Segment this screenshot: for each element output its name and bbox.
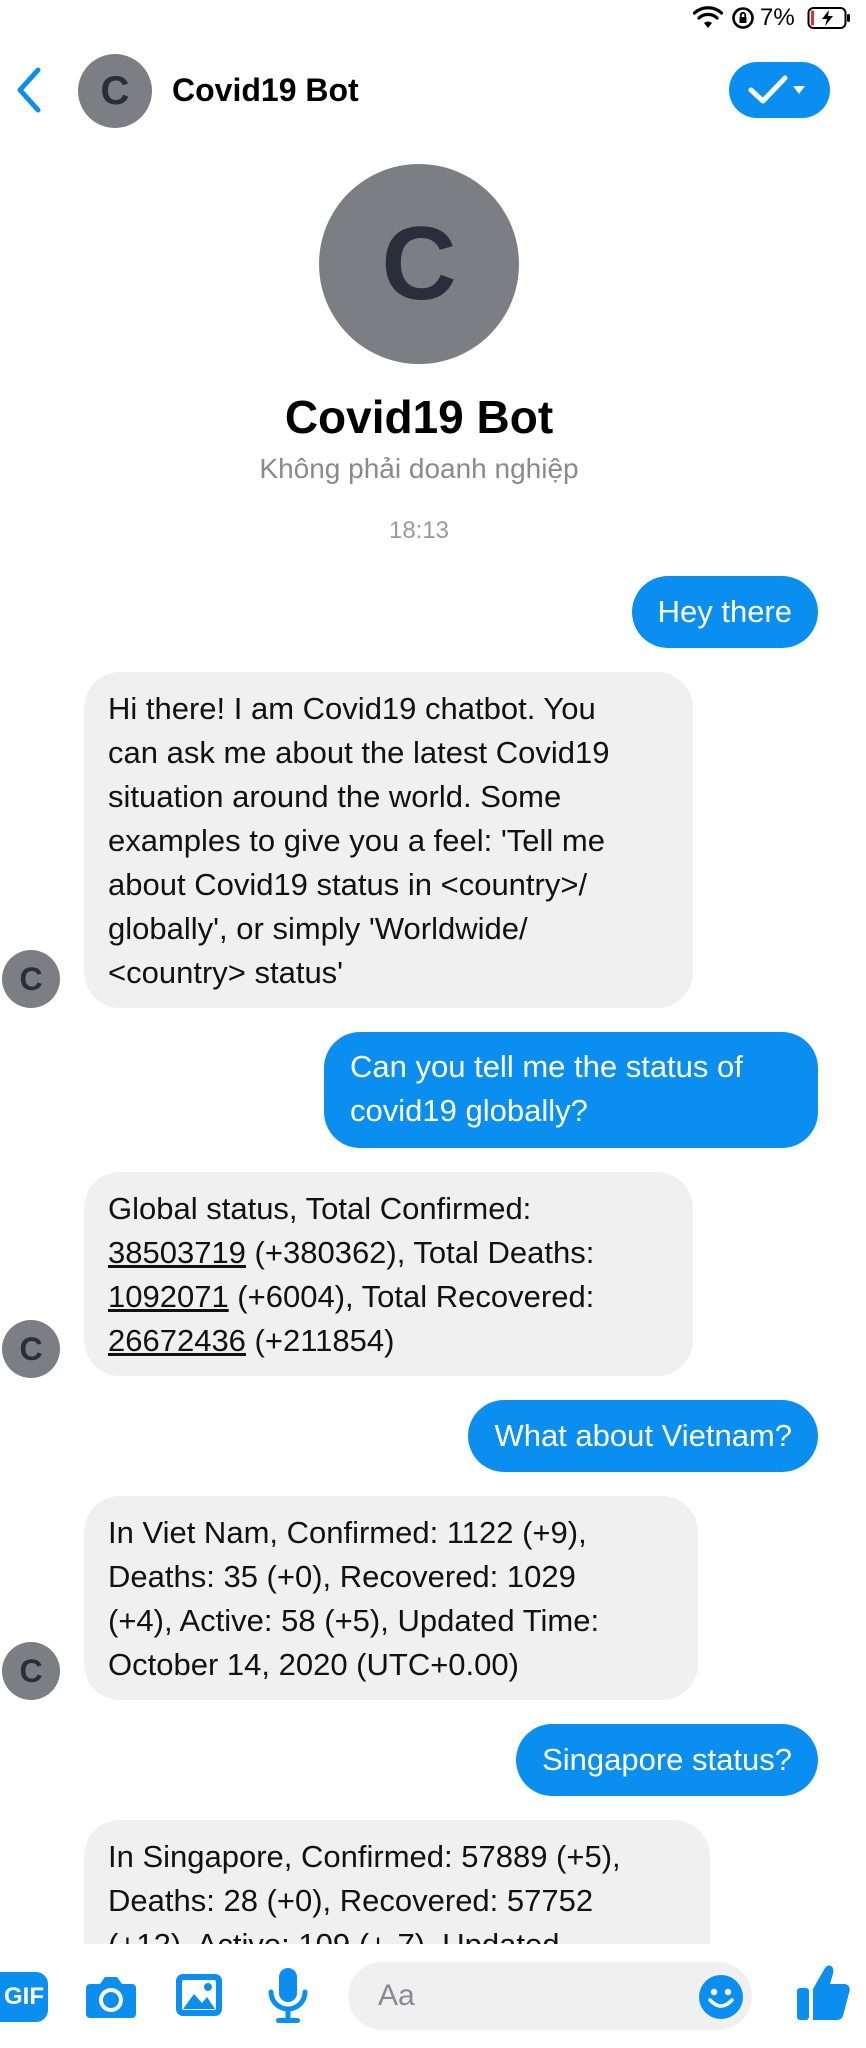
message-line: 1092071 (+6004), Total Recovered:	[108, 1275, 669, 1319]
recovered-number-link[interactable]: 26672436	[108, 1323, 246, 1358]
incoming-message[interactable]: In Viet Nam, Confirmed: 1122 (+9), Death…	[84, 1496, 698, 1700]
profile-avatar[interactable]: C	[319, 164, 519, 364]
outgoing-message[interactable]: Singapore status?	[516, 1724, 818, 1796]
thumbs-up-icon[interactable]	[794, 1962, 852, 2024]
battery-percentage: 7%	[760, 4, 795, 31]
battery-charging-icon	[807, 7, 850, 29]
message-line: situation around the world. Some	[108, 779, 562, 814]
emoji-icon[interactable]	[698, 1974, 744, 2020]
message-line: about Covid19 status in <country>/	[108, 867, 588, 902]
profile-name: Covid19 Bot	[284, 391, 554, 443]
checkmark-dropdown-button[interactable]	[729, 62, 830, 118]
message-line: (+4), Active: 58 (+5), Updated Time:	[108, 1603, 600, 1638]
message-input-placeholder: Aa	[378, 1979, 415, 2012]
message-line: October 14, 2020 (UTC+0.00)	[108, 1647, 519, 1682]
message-line: 26672436 (+211854)	[108, 1319, 669, 1363]
header-avatar[interactable]: C	[78, 54, 152, 128]
microphone-icon[interactable]	[266, 1966, 310, 2026]
message-line: 38503719 (+380362), Total Deaths:	[108, 1231, 669, 1275]
message-composer: GIF Aa	[0, 1944, 866, 2048]
message-fragment: (+6004), Total Recovered:	[228, 1279, 595, 1314]
incoming-message[interactable]: Hi there! I am Covid19 chatbot. You can …	[84, 672, 693, 1008]
wifi-icon	[693, 6, 723, 28]
message-fragment: (+211854)	[245, 1323, 395, 1358]
conversation-title[interactable]: Covid19 Bot	[172, 70, 359, 110]
message-line: Global status, Total Confirmed:	[108, 1191, 532, 1226]
message-line: Deaths: 28 (+0), Recovered: 57752	[108, 1883, 594, 1918]
message-line: covid19 globally?	[350, 1093, 588, 1128]
orientation-lock-icon	[732, 7, 754, 29]
bot-avatar[interactable]: C	[2, 1642, 60, 1700]
outgoing-message[interactable]: What about Vietnam?	[468, 1400, 818, 1472]
message-line: Can you tell me the status of	[350, 1049, 743, 1084]
confirmed-number-link[interactable]: 38503719	[108, 1235, 246, 1270]
message-line: In Viet Nam, Confirmed: 1122 (+9),	[108, 1515, 587, 1550]
bot-avatar[interactable]: C	[2, 950, 60, 1008]
gif-button[interactable]: GIF	[0, 1972, 48, 2022]
deaths-number-link[interactable]: 1092071	[108, 1279, 229, 1314]
bot-avatar[interactable]: C	[2, 1320, 60, 1378]
profile-subtitle: Không phải doanh nghiệp	[259, 453, 579, 484]
message-line: globally', or simply 'Worldwide/	[108, 911, 528, 946]
checkmark-dropdown-icon	[748, 75, 805, 104]
message-input[interactable]: Aa	[348, 1962, 752, 2030]
status-bar: 7%	[0, 0, 866, 40]
message-line: In Singapore, Confirmed: 57889 (+5),	[108, 1839, 621, 1874]
message-text: Hey there	[657, 594, 792, 629]
back-arrow-icon[interactable]	[10, 64, 50, 116]
conversation-header: C Covid19 Bot	[0, 40, 866, 140]
outgoing-message[interactable]: Hey there	[631, 576, 818, 648]
message-line: Hi there! I am Covid19 chatbot. You	[108, 691, 596, 726]
message-fragment: (+380362), Total Deaths:	[245, 1235, 595, 1270]
incoming-message[interactable]: Global status, Total Confirmed: 38503719…	[84, 1172, 693, 1376]
message-line: Deaths: 35 (+0), Recovered: 1029	[108, 1559, 576, 1594]
message-line: examples to give you a feel: 'Tell me	[108, 823, 605, 858]
message-line: <country> status'	[108, 955, 344, 990]
outgoing-message[interactable]: Can you tell me the status of covid19 gl…	[324, 1032, 818, 1148]
camera-icon[interactable]	[84, 1972, 138, 2020]
message-line: can ask me about the latest Covid19	[108, 735, 610, 770]
message-text: Singapore status?	[542, 1742, 792, 1777]
image-icon[interactable]	[174, 1970, 224, 2020]
message-timestamp: 18:13	[388, 517, 450, 544]
gif-icon: GIF	[4, 1983, 44, 2010]
message-text: What about Vietnam?	[494, 1418, 792, 1453]
